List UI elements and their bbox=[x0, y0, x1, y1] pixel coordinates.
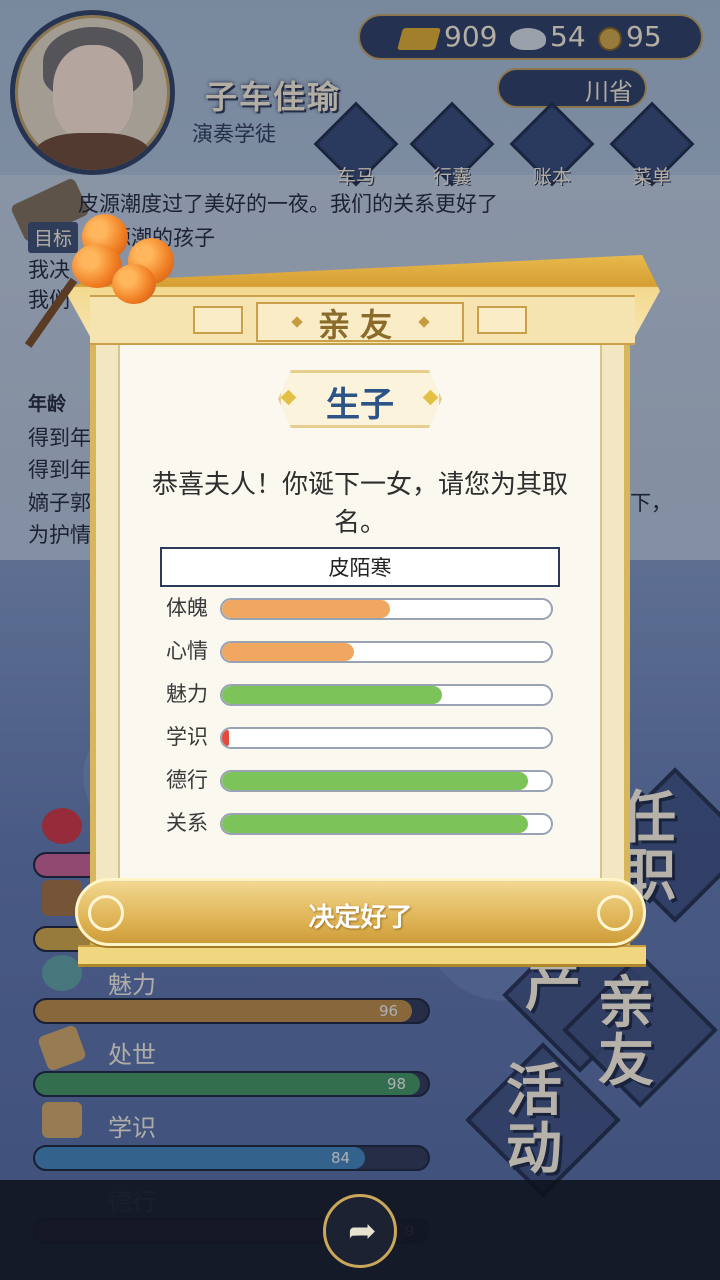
attribute-row: 魅力 bbox=[160, 680, 555, 708]
attribute-label: 学识 bbox=[166, 725, 208, 749]
attribute-row: 关系 bbox=[160, 809, 555, 837]
attribute-fill bbox=[222, 729, 229, 747]
attribute-label: 关系 bbox=[166, 811, 208, 835]
attribute-bar bbox=[220, 598, 553, 620]
subtitle-badge: 生子 bbox=[278, 370, 442, 428]
attribute-fill bbox=[222, 815, 528, 833]
attribute-label: 心情 bbox=[166, 639, 208, 663]
attribute-label: 德行 bbox=[166, 768, 208, 792]
child-name-input[interactable] bbox=[160, 547, 560, 587]
attribute-bar bbox=[220, 727, 553, 749]
attribute-row: 德行 bbox=[160, 766, 555, 794]
confirm-button[interactable]: 决定好了 bbox=[75, 878, 646, 946]
confirm-label: 决定好了 bbox=[308, 903, 413, 933]
attribute-row: 学识 bbox=[160, 723, 555, 751]
modal-subtitle: 生子 bbox=[326, 385, 394, 425]
attribute-label: 体魄 bbox=[166, 596, 208, 620]
header-side-panel bbox=[193, 306, 243, 334]
attribute-fill bbox=[222, 643, 354, 661]
modal-title: 亲友 bbox=[317, 306, 402, 344]
attribute-bar bbox=[220, 684, 553, 706]
header-side-panel bbox=[477, 306, 527, 334]
attribute-fill bbox=[222, 600, 390, 618]
attribute-fill bbox=[222, 686, 443, 704]
modal-bottom-rail bbox=[78, 945, 646, 967]
attribute-row: 体魄 bbox=[160, 594, 555, 622]
attribute-bar bbox=[220, 813, 553, 835]
persimmon-icon bbox=[112, 264, 156, 304]
attribute-fill bbox=[222, 772, 528, 790]
share-button[interactable]: ➦ bbox=[323, 1194, 397, 1268]
birth-message: 恭喜夫人！你诞下一女，请您为其取名。 bbox=[151, 470, 568, 538]
attribute-label: 魅力 bbox=[166, 682, 208, 706]
share-icon: ➦ bbox=[348, 1211, 377, 1251]
attribute-bar bbox=[220, 641, 553, 663]
attribute-row: 心情 bbox=[160, 637, 555, 665]
attribute-bar bbox=[220, 770, 553, 792]
